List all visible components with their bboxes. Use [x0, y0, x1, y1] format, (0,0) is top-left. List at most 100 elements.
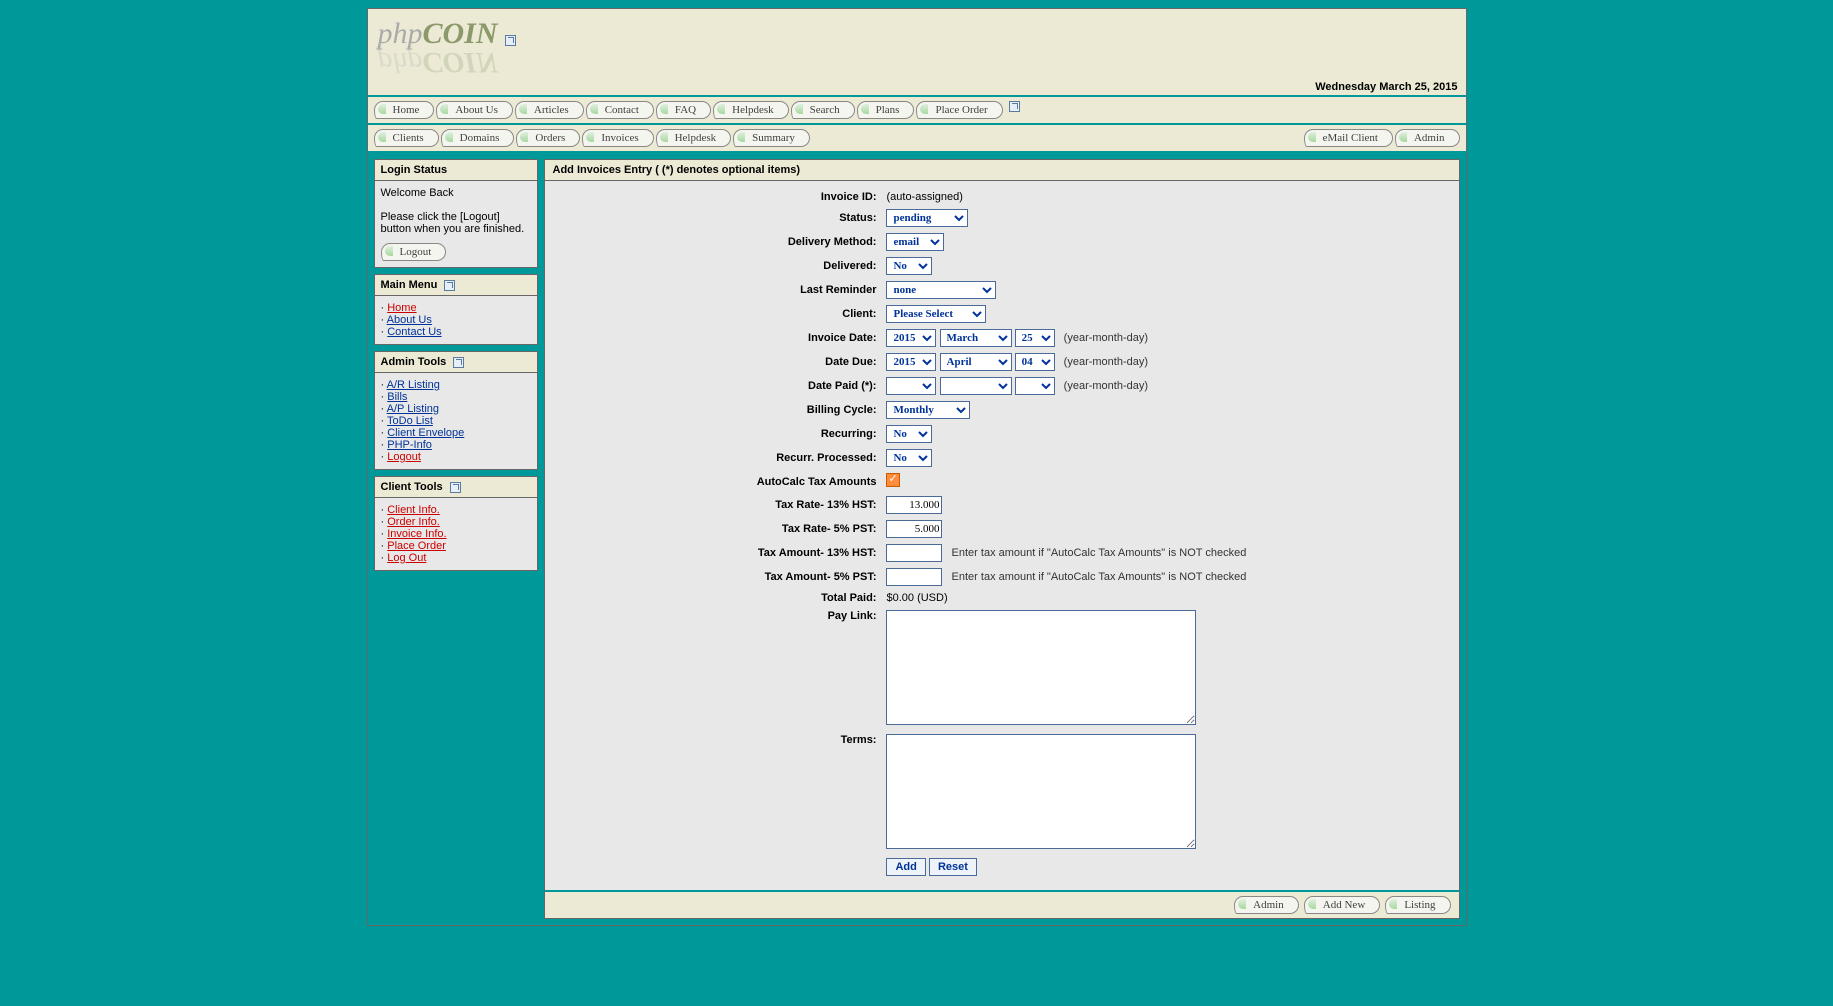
nav-articles[interactable]: Articles [515, 101, 584, 119]
link-place-order[interactable]: Place Order [387, 540, 446, 552]
main-menu-title: Main Menu [381, 279, 438, 291]
nav-plans[interactable]: Plans [857, 101, 915, 119]
nav-domains[interactable]: Domains [441, 129, 515, 147]
link-php-info[interactable]: PHP-Info [387, 439, 432, 451]
header-date: Wednesday March 25, 2015 [1315, 81, 1457, 93]
select-delivery-method[interactable]: email [886, 233, 944, 251]
reset-button[interactable]: Reset [929, 858, 977, 876]
select-paid-year[interactable] [886, 377, 936, 395]
popout-icon[interactable] [444, 280, 455, 291]
logo-reflection: phpCOIN [378, 45, 498, 79]
nav-clients[interactable]: Clients [374, 129, 439, 147]
select-delivered[interactable]: No [886, 257, 932, 275]
input-tax-rate-hst[interactable] [886, 496, 942, 514]
nav-about[interactable]: About Us [436, 101, 512, 119]
link-client-envelope[interactable]: Client Envelope [387, 427, 464, 439]
nav-orders[interactable]: Orders [516, 129, 580, 147]
lbl-billing-cycle: Billing Cycle: [753, 399, 881, 421]
popout-icon[interactable] [1009, 101, 1020, 112]
input-tax-amt-hst[interactable] [886, 544, 942, 562]
hint-ymd: (year-month-day) [1058, 356, 1148, 368]
link-bills[interactable]: Bills [387, 391, 407, 403]
link-todo[interactable]: ToDo List [387, 415, 433, 427]
select-inv-year[interactable]: 2015 [886, 329, 936, 347]
menu-about[interactable]: About Us [387, 314, 432, 326]
hint-ymd: (year-month-day) [1058, 332, 1148, 344]
nav-invoices[interactable]: Invoices [582, 129, 653, 147]
lbl-tax-amt-hst: Tax Amount- 13% HST: [753, 542, 881, 564]
input-tax-rate-pst[interactable] [886, 520, 942, 538]
lbl-client: Client: [753, 303, 881, 325]
nav-helpdesk[interactable]: Helpdesk [713, 101, 789, 119]
select-client[interactable]: Please Select [886, 305, 986, 323]
popout-icon[interactable] [450, 482, 461, 493]
nav-helpdesk2[interactable]: Helpdesk [656, 129, 732, 147]
main-panel: Add Invoices Entry ( (*) denotes optiona… [544, 159, 1460, 919]
nav-summary[interactable]: Summary [733, 129, 810, 147]
welcome-text: Welcome Back [381, 187, 531, 199]
lbl-delivery-method: Delivery Method: [753, 231, 881, 253]
lbl-tax-amt-pst: Tax Amount- 5% PST: [753, 566, 881, 588]
hint-tax-amt: Enter tax amount if "AutoCalc Tax Amount… [946, 547, 1247, 559]
select-inv-day[interactable]: 25 [1015, 329, 1055, 347]
lbl-total-paid: Total Paid: [753, 590, 881, 606]
nav-place-order[interactable]: Place Order [916, 101, 1002, 119]
sidebar: Login Status Welcome Back Please click t… [374, 159, 538, 919]
nav-primary: Home About Us Articles Contact FAQ Helpd… [368, 95, 1466, 123]
popout-icon[interactable] [505, 35, 516, 46]
footer-add-new[interactable]: Add New [1304, 896, 1380, 914]
nav-search[interactable]: Search [791, 101, 855, 119]
logout-msg: Please click the [Logout] button when yo… [381, 211, 531, 235]
popout-icon[interactable] [453, 357, 464, 368]
menu-home[interactable]: Home [387, 302, 416, 314]
select-billing-cycle[interactable]: Monthly [886, 401, 970, 419]
nav-faq[interactable]: FAQ [656, 101, 711, 119]
hint-tax-amt: Enter tax amount if "AutoCalc Tax Amount… [946, 571, 1247, 583]
lbl-tax-rate-hst: Tax Rate- 13% HST: [753, 494, 881, 516]
select-last-reminder[interactable]: none [886, 281, 996, 299]
lbl-pay-link: Pay Link: [753, 608, 881, 730]
footer-listing[interactable]: Listing [1385, 896, 1450, 914]
menu-contact[interactable]: Contact Us [387, 326, 441, 338]
link-log-out[interactable]: Log Out [387, 552, 426, 564]
val-total-paid: $0.00 (USD) [882, 590, 1250, 606]
lbl-delivered: Delivered: [753, 255, 881, 277]
textarea-terms[interactable] [886, 734, 1196, 849]
hint-ymd: (year-month-day) [1058, 380, 1148, 392]
lbl-tax-rate-pst: Tax Rate- 5% PST: [753, 518, 881, 540]
form-title: Add Invoices Entry ( (*) denotes optiona… [545, 160, 1459, 181]
lbl-last-reminder: Last Reminder [753, 279, 881, 301]
checkbox-autocalc[interactable] [886, 473, 900, 487]
input-tax-amt-pst[interactable] [886, 568, 942, 586]
link-ar-listing[interactable]: A/R Listing [387, 379, 440, 391]
add-button[interactable]: Add [886, 858, 925, 876]
select-due-month[interactable]: April [940, 353, 1012, 371]
lbl-date-paid: Date Paid (*): [753, 375, 881, 397]
lbl-recurr-processed: Recurr. Processed: [753, 447, 881, 469]
link-logout[interactable]: Logout [387, 451, 421, 463]
logo: phpCOIN phpCOIN [378, 17, 498, 51]
link-client-info[interactable]: Client Info. [387, 504, 440, 516]
nav-home[interactable]: Home [374, 101, 435, 119]
link-ap-listing[interactable]: A/P Listing [387, 403, 439, 415]
footer-admin[interactable]: Admin [1234, 896, 1299, 914]
lbl-terms: Terms: [753, 732, 881, 854]
select-paid-day[interactable] [1015, 377, 1055, 395]
select-due-year[interactable]: 2015 [886, 353, 936, 371]
nav-contact[interactable]: Contact [586, 101, 654, 119]
nav-admin[interactable]: Admin [1395, 129, 1460, 147]
select-paid-month[interactable] [940, 377, 1012, 395]
select-inv-month[interactable]: March [940, 329, 1012, 347]
select-recurr-processed[interactable]: No [886, 449, 932, 467]
textarea-pay-link[interactable] [886, 610, 1196, 725]
nav-email-client[interactable]: eMail Client [1304, 129, 1393, 147]
select-status[interactable]: pending [886, 209, 968, 227]
login-status-title: Login Status [375, 160, 537, 181]
link-order-info[interactable]: Order Info. [387, 516, 440, 528]
select-due-day[interactable]: 04 [1015, 353, 1055, 371]
select-recurring[interactable]: No [886, 425, 932, 443]
lbl-autocalc: AutoCalc Tax Amounts [753, 471, 881, 492]
link-invoice-info[interactable]: Invoice Info. [387, 528, 446, 540]
lbl-date-due: Date Due: [753, 351, 881, 373]
logout-button[interactable]: Logout [381, 243, 447, 261]
